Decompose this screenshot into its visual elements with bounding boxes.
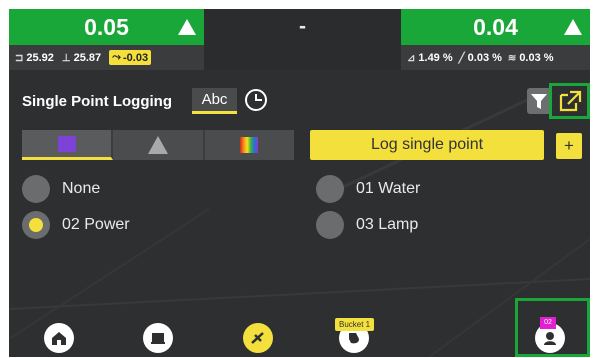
clock-icon[interactable] bbox=[245, 89, 267, 111]
option-label: 01 Water bbox=[356, 180, 421, 197]
option-label: 03 Lamp bbox=[356, 216, 419, 233]
left-reading-1: ⊐ 25.92 bbox=[15, 51, 54, 64]
filter-icon bbox=[531, 94, 547, 109]
slope-percent-3: ≋ 0.03 % bbox=[507, 51, 554, 64]
home-button[interactable] bbox=[44, 323, 74, 353]
bucket-icon bbox=[349, 333, 359, 344]
magenta-badge: 02 bbox=[540, 317, 556, 329]
panel-title: Single Point Logging bbox=[22, 93, 172, 110]
radio-dot bbox=[316, 175, 344, 203]
offset-badge: ⤳ -0.03 bbox=[109, 50, 152, 65]
grade-line-icon: ╱ bbox=[458, 52, 465, 64]
left-metric-panel[interactable]: 0.05 ⊐ 25.92 ⊥ 25.87 ⤳ -0.03 bbox=[9, 9, 204, 70]
slope-percent-1: ⊿ 1.49 % bbox=[407, 51, 453, 64]
external-link-icon bbox=[559, 90, 582, 112]
machine-button[interactable] bbox=[143, 323, 173, 353]
up-arrow-icon bbox=[564, 19, 582, 35]
option-02-power[interactable]: 02 Power bbox=[22, 211, 130, 239]
radio-dot bbox=[316, 211, 344, 239]
center-metric-value: - bbox=[299, 15, 306, 38]
metric-bar: 0.05 ⊐ 25.92 ⊥ 25.87 ⤳ -0.03 - 0.04 ⊿ 1.49 %… bbox=[9, 9, 590, 70]
segment-triangle[interactable] bbox=[113, 130, 205, 160]
tilt-icon: ≋ bbox=[507, 52, 517, 64]
option-label: 02 Power bbox=[62, 216, 130, 233]
home-icon bbox=[52, 332, 66, 345]
measure-button[interactable] bbox=[243, 323, 273, 353]
option-03-lamp[interactable]: 03 Lamp bbox=[316, 211, 418, 239]
right-metric-panel[interactable]: 0.04 ⊿ 1.49 % ╱ 0.03 % ≋ 0.03 % bbox=[401, 9, 590, 70]
option-label: None bbox=[62, 180, 101, 197]
purple-square-icon bbox=[57, 135, 76, 152]
add-button[interactable]: + bbox=[556, 133, 582, 159]
level-icon: ⊐ bbox=[15, 52, 24, 64]
shape-selector bbox=[22, 130, 294, 160]
bucket-label: Bucket 1 bbox=[335, 318, 375, 331]
external-link-button[interactable] bbox=[549, 83, 590, 119]
filter-button[interactable] bbox=[527, 88, 551, 114]
machine-icon bbox=[151, 333, 165, 344]
cross-slope-icon: ⊿ bbox=[407, 52, 416, 64]
right-metric-value: 0.04 bbox=[473, 14, 518, 40]
radio-dot bbox=[22, 175, 50, 203]
option-01-water[interactable]: 01 Water bbox=[316, 175, 420, 203]
bottom-navigation bbox=[9, 319, 590, 357]
measure-icon bbox=[251, 332, 264, 344]
offset-icon: ⤳ bbox=[112, 51, 121, 63]
triangle-icon bbox=[147, 136, 168, 154]
up-arrow-icon bbox=[178, 19, 196, 35]
app-screen: 0.05 ⊐ 25.92 ⊥ 25.87 ⤳ -0.03 - 0.04 ⊿ 1.49 %… bbox=[9, 9, 590, 357]
radio-dot-selected bbox=[22, 211, 50, 239]
center-metric-panel[interactable]: - bbox=[204, 9, 401, 70]
option-none[interactable]: None bbox=[22, 175, 100, 203]
log-single-point-button[interactable]: Log single point bbox=[310, 130, 544, 160]
left-metric-value: 0.05 bbox=[84, 14, 129, 40]
stake-icon: ⊥ bbox=[61, 52, 71, 64]
segment-spectrum[interactable] bbox=[205, 130, 294, 160]
segment-color-square[interactable] bbox=[22, 130, 114, 160]
spectrum-icon bbox=[240, 137, 259, 153]
text-mode-button[interactable]: Abc bbox=[192, 88, 237, 114]
left-reading-2: ⊥ 25.87 bbox=[61, 51, 102, 64]
slope-percent-2: ╱ 0.03 % bbox=[458, 51, 502, 64]
